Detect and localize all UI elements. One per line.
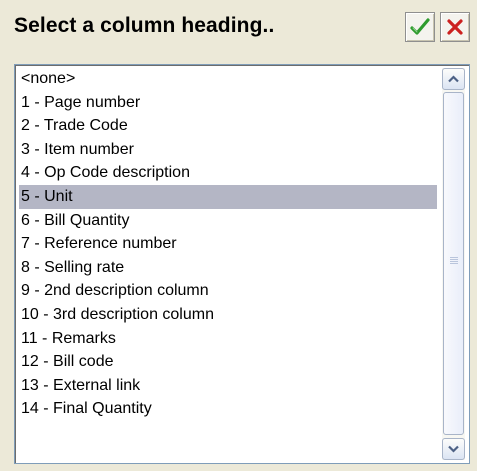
list-item[interactable]: 8 - Selling rate xyxy=(19,256,437,280)
list-item[interactable]: 12 - Bill code xyxy=(19,350,437,374)
chevron-down-icon xyxy=(448,440,459,458)
list-item[interactable]: 6 - Bill Quantity xyxy=(19,209,437,233)
list-item[interactable]: <none> xyxy=(19,67,437,91)
list-item[interactable]: 7 - Reference number xyxy=(19,232,437,256)
column-heading-listbox[interactable]: <none> 1 - Page number 2 - Trade Code 3 - I… xyxy=(14,64,470,464)
chevron-up-icon xyxy=(448,70,459,88)
list-item[interactable]: 14 - Final Quantity xyxy=(19,397,437,421)
vertical-scrollbar[interactable] xyxy=(442,68,465,460)
cancel-button[interactable] xyxy=(440,12,470,42)
list-item[interactable]: 10 - 3rd description column xyxy=(19,303,437,327)
list-item[interactable]: 3 - Item number xyxy=(19,138,437,162)
scroll-down-button[interactable] xyxy=(442,438,465,460)
grip-icon xyxy=(450,257,458,266)
list-item[interactable]: 4 - Op Code description xyxy=(19,161,437,185)
ok-button[interactable] xyxy=(405,12,435,42)
scroll-up-button[interactable] xyxy=(442,68,465,90)
column-heading-dialog: Select a column heading.. <none> 1 - Page… xyxy=(0,0,477,471)
close-icon xyxy=(446,18,464,36)
list-item[interactable]: 2 - Trade Code xyxy=(19,114,437,138)
list-item[interactable]: 13 - External link xyxy=(19,374,437,398)
list-item[interactable]: 5 - Unit xyxy=(19,184,437,209)
list-item[interactable]: 11 - Remarks xyxy=(19,327,437,351)
list-item[interactable]: 9 - 2nd description column xyxy=(19,279,437,303)
list-items: <none> 1 - Page number 2 - Trade Code 3 - I… xyxy=(19,67,437,421)
checkmark-icon xyxy=(410,18,430,36)
list-item[interactable]: 1 - Page number xyxy=(19,91,437,115)
scroll-thumb[interactable] xyxy=(443,92,464,435)
dialog-title: Select a column heading.. xyxy=(14,14,275,37)
